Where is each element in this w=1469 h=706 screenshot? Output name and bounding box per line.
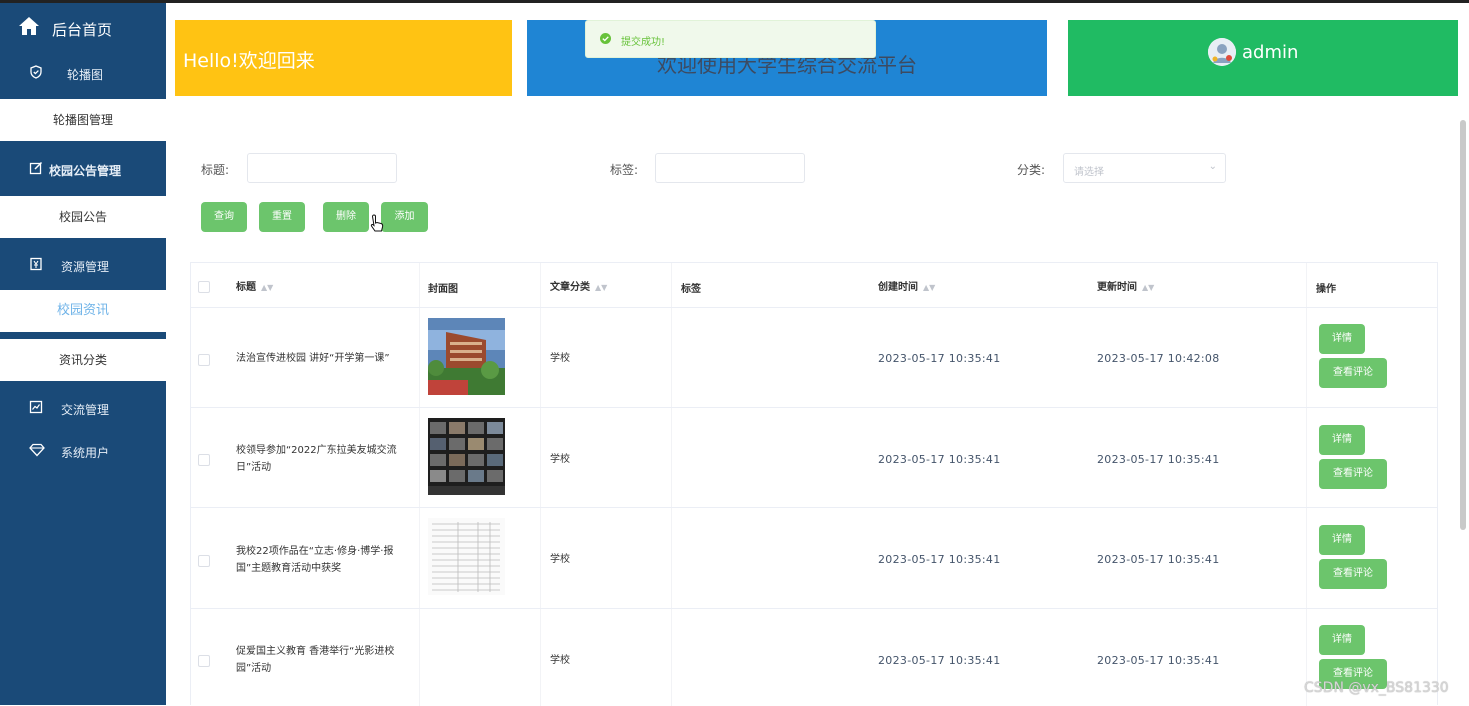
watermark: CSDN @vx_BS81330 [1304, 680, 1449, 696]
header-actions: 操作 [1316, 284, 1336, 295]
row-created: 2023-05-17 10:35:41 [878, 654, 1001, 667]
edit-icon [29, 161, 43, 175]
detail-button[interactable]: 详情 [1319, 324, 1365, 354]
col-divider [419, 263, 420, 706]
welcome-banner: Hello!欢迎回来 [175, 20, 512, 96]
diamond-icon [29, 443, 45, 457]
sidebar-home-label: 后台首页 [52, 21, 113, 39]
query-button[interactable]: 查询 [201, 202, 247, 232]
sort-icon: ▲▼ [1142, 283, 1155, 292]
category-placeholder: 请选择 [1074, 167, 1104, 178]
row-checkbox[interactable] [198, 655, 210, 667]
delete-button[interactable]: 删除 [323, 202, 369, 232]
tag-filter-label: 标签: [610, 163, 639, 177]
sidebar-item-notice[interactable]: 校园公告 [0, 196, 166, 238]
category-filter-label: 分类: [1017, 163, 1046, 177]
news-table: 标题 ▲▼ 封面图 文章分类 ▲▼ 标签 创建时间 ▲▼ 更新时间 ▲▼ 操作 法治宣传… [190, 262, 1438, 706]
select-all-checkbox[interactable] [198, 281, 210, 293]
sidebar-group-exchange[interactable]: 交流管理 [0, 388, 166, 428]
sidebar-group-resource[interactable]: 资源管理 [0, 245, 166, 285]
success-toast: 提交成功! [585, 20, 876, 58]
row-category: 学校 [550, 454, 570, 465]
header-created[interactable]: 创建时间 ▲▼ [878, 278, 935, 293]
user-banner: admin [1068, 20, 1458, 96]
chart-icon [29, 400, 43, 414]
sidebar-item-news-category[interactable]: 资讯分类 [0, 339, 166, 381]
detail-button[interactable]: 详情 [1319, 625, 1365, 655]
header-tag: 标签 [681, 284, 701, 295]
col-divider [1306, 263, 1307, 706]
detail-button[interactable]: 详情 [1319, 525, 1365, 555]
cover-image [428, 418, 505, 495]
row-created: 2023-05-17 10:35:41 [878, 553, 1001, 566]
col-divider [671, 263, 672, 706]
home-icon [19, 17, 39, 35]
tag-filter-input[interactable] [655, 153, 805, 183]
col-divider [540, 263, 541, 706]
category-filter-select[interactable]: 请选择 ⌄ [1063, 153, 1226, 183]
header-category[interactable]: 文章分类 ▲▼ [550, 278, 607, 293]
row-title: 我校22项作品在“立志·修身·博学·报国”主题教育活动中获奖 [236, 546, 394, 574]
sort-icon: ▲▼ [923, 283, 936, 292]
sidebar-item-campus-news[interactable]: 校园资讯 [0, 290, 166, 332]
check-circle-icon [600, 33, 611, 44]
sidebar: 后台首页 轮播图 轮播图管理 校园公告管理 校园公告 资源管理 校园资讯 资讯分… [0, 3, 166, 705]
row-updated: 2023-05-17 10:35:41 [1097, 654, 1220, 667]
sort-icon: ▲▼ [261, 283, 274, 292]
sidebar-item-carousel-manage[interactable]: 轮播图管理 [0, 99, 166, 141]
yen-doc-icon [30, 257, 42, 271]
welcome-text: Hello!欢迎回来 [183, 50, 315, 72]
row-created: 2023-05-17 10:35:41 [878, 352, 1001, 365]
reset-button[interactable]: 重置 [259, 202, 305, 232]
sidebar-group-label: 交流管理 [61, 403, 110, 417]
row-updated: 2023-05-17 10:35:41 [1097, 553, 1220, 566]
row-divider [191, 407, 1437, 408]
cover-image [428, 518, 505, 595]
sidebar-group-label: 系统用户 [61, 446, 110, 460]
toast-text: 提交成功! [621, 37, 666, 48]
row-category: 学校 [550, 655, 570, 666]
row-updated: 2023-05-17 10:35:41 [1097, 453, 1220, 466]
row-checkbox[interactable] [198, 454, 210, 466]
scrollbar[interactable] [1460, 120, 1466, 530]
sort-icon: ▲▼ [595, 283, 608, 292]
row-created: 2023-05-17 10:35:41 [878, 453, 1001, 466]
view-comments-button[interactable]: 查看评论 [1319, 459, 1387, 489]
header-cover: 封面图 [428, 284, 458, 295]
sidebar-group-notice[interactable]: 校园公告管理 [0, 149, 166, 189]
row-divider [191, 608, 1437, 609]
username[interactable]: admin [1242, 42, 1298, 63]
header-updated[interactable]: 更新时间 ▲▼ [1097, 278, 1154, 293]
row-checkbox[interactable] [198, 354, 210, 366]
add-button[interactable]: 添加 [381, 202, 428, 232]
row-title: 校领导参加“2022广东拉美友城交流日”活动 [236, 445, 397, 473]
sidebar-group-label: 资源管理 [61, 260, 110, 274]
sidebar-group-carousel[interactable]: 轮播图 [0, 53, 166, 93]
view-comments-button[interactable]: 查看评论 [1319, 559, 1387, 589]
sidebar-group-users[interactable]: 系统用户 [0, 431, 166, 471]
cover-image [428, 318, 505, 395]
sidebar-group-label: 轮播图 [67, 68, 104, 82]
title-filter-label: 标题: [201, 163, 230, 177]
row-category: 学校 [550, 554, 570, 565]
chevron-down-icon: ⌄ [1208, 161, 1217, 172]
detail-button[interactable]: 详情 [1319, 425, 1365, 455]
header-title[interactable]: 标题 ▲▼ [236, 278, 273, 293]
row-title: 法治宣传进校园 讲好“开学第一课” [236, 353, 390, 364]
row-category: 学校 [550, 353, 570, 364]
avatar[interactable] [1208, 38, 1236, 66]
row-divider [191, 507, 1437, 508]
sidebar-group-label: 校园公告管理 [49, 164, 122, 178]
row-checkbox[interactable] [198, 555, 210, 567]
row-title: 促爱国主义教育 香港举行“光影进校园”活动 [236, 646, 395, 674]
row-divider [191, 307, 1437, 308]
hand-cursor-icon [370, 214, 384, 232]
title-filter-input[interactable] [247, 153, 397, 183]
shield-icon [30, 65, 42, 79]
top-border [0, 0, 1469, 3]
sidebar-home[interactable]: 后台首页 [0, 9, 166, 45]
view-comments-button[interactable]: 查看评论 [1319, 358, 1387, 388]
row-updated: 2023-05-17 10:42:08 [1097, 352, 1220, 365]
